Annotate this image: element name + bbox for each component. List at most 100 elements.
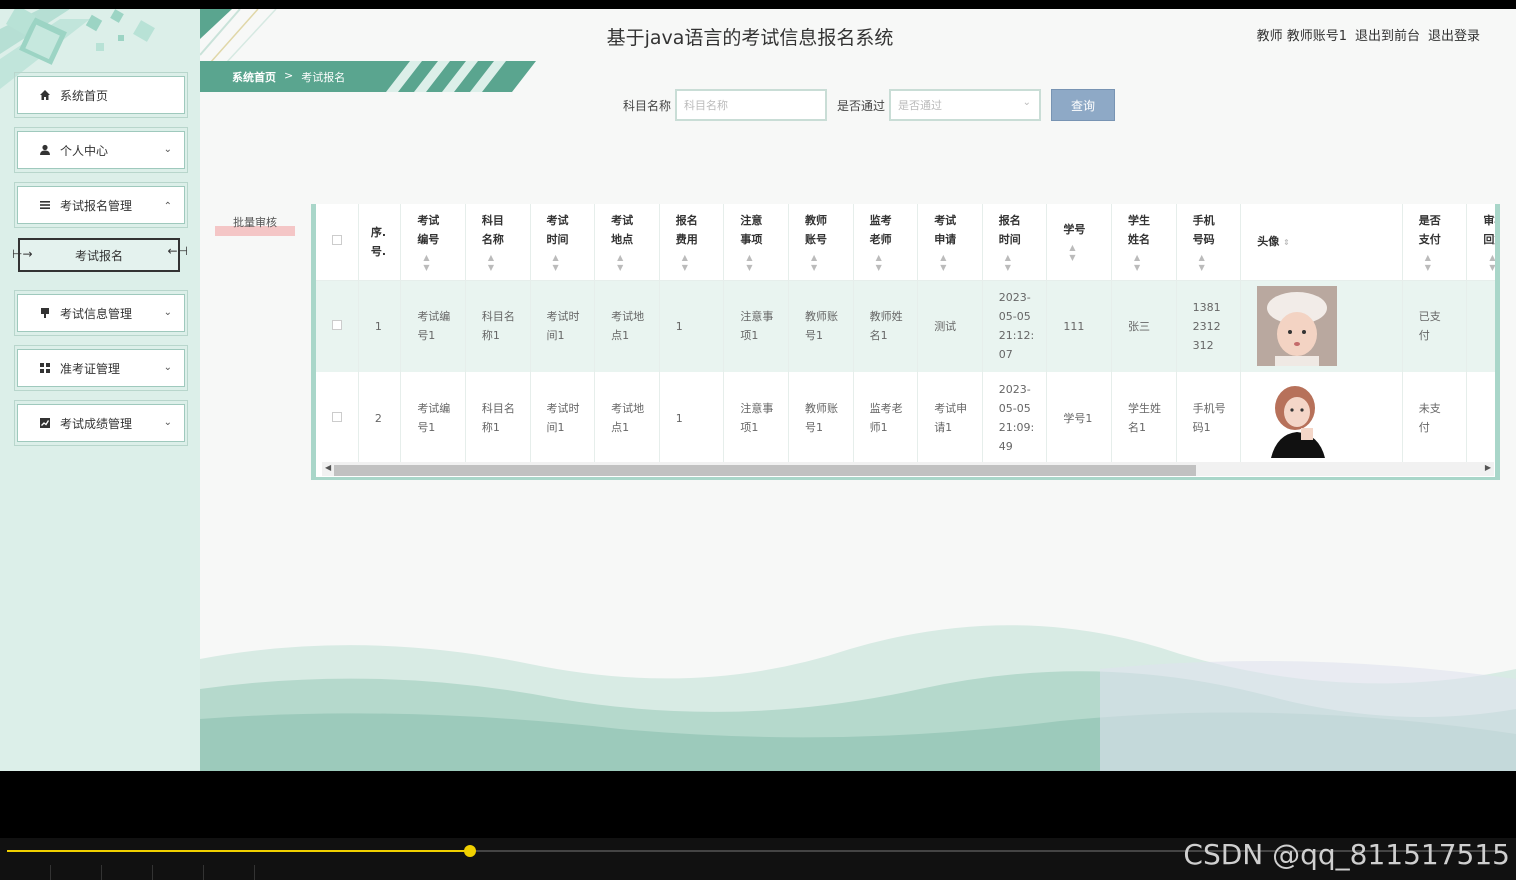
pass-status-select[interactable]: 是否通过 ⌄ <box>889 89 1042 121</box>
column-header[interactable]: 注意事项 ▲ ▼ <box>723 204 789 281</box>
sort-icon[interactable]: ▲ ▼ <box>1419 253 1467 273</box>
sidebar-item-personal-center[interactable]: 个人中心 ⌄ <box>14 127 188 173</box>
table-cell: 科目名称1 <box>465 372 531 464</box>
table-cell: 考试地点1 <box>594 372 660 464</box>
column-header[interactable]: 教师账号 ▲ ▼ <box>788 204 854 281</box>
sort-icon[interactable]: ▲ ▼ <box>1483 253 1495 273</box>
progress-knob[interactable] <box>464 845 477 857</box>
row-checkbox[interactable] <box>332 319 342 330</box>
table-cell: 1 <box>358 280 402 372</box>
arrow-right-icon: ⊢→ <box>12 247 33 261</box>
sort-icon[interactable]: ▲ ▼ <box>1128 253 1176 273</box>
search-bar: 科目名称 科目名称 是否通过 是否通过 ⌄ 查询 <box>623 89 1116 121</box>
scrollbar-thumb[interactable] <box>334 465 1196 476</box>
table-cell: 学生姓名1 <box>1111 372 1177 464</box>
select-all-checkbox[interactable] <box>332 235 342 246</box>
table-cell: 科目名称1 <box>465 280 531 372</box>
header: 基于java语言的考试信息报名系统 教师 教师账号1 退出到前台 退出登录 <box>200 9 1516 63</box>
table-row[interactable]: 1 考试编号1 科目名称1 考试时间1 考试地点1 1 注意事项1 教师账号1 … <box>316 280 1495 372</box>
table-cell <box>1466 372 1495 464</box>
column-header[interactable]: 科目名称 ▲ ▼ <box>465 204 531 281</box>
column-header[interactable]: 考试申请 ▲ ▼ <box>917 204 983 281</box>
column-header[interactable]: 学号 ▲ ▼ <box>1046 204 1113 281</box>
column-header[interactable]: 考试地点 ▲ ▼ <box>594 204 660 281</box>
row-select-cell <box>316 372 359 464</box>
sidebar-item-admission-ticket-management[interactable]: 准考证管理 ⌄ <box>14 345 188 391</box>
exit-to-front-link[interactable]: 退出到前台 <box>1355 25 1420 44</box>
sidebar-item-label: 考试信息管理 <box>60 306 133 321</box>
subject-name-input[interactable]: 科目名称 <box>675 89 828 121</box>
subject-name-label: 科目名称 <box>623 98 672 113</box>
list-icon <box>38 198 52 212</box>
sidebar-item-exam-registration-management[interactable]: 考试报名管理 ⌃ <box>14 182 188 228</box>
subject-name-placeholder: 科目名称 <box>684 99 729 112</box>
sort-icon[interactable]: ▲ ▼ <box>870 253 918 273</box>
column-header[interactable]: 监考老师 ▲ ▼ <box>853 204 919 281</box>
sort-icon[interactable]: ▲ ▼ <box>676 253 724 273</box>
sort-icon[interactable]: ▲ ▼ <box>611 253 659 273</box>
column-header[interactable]: 是否支付 ▲ ▼ <box>1402 204 1468 281</box>
breadcrumb-current: 考试报名 <box>301 71 346 84</box>
row-checkbox[interactable] <box>332 411 342 422</box>
column-header[interactable]: 考试编号 ▲ ▼ <box>400 204 466 281</box>
breadcrumb-home[interactable]: 系统首页 <box>232 69 276 85</box>
table-cell: 注意事项1 <box>723 372 789 464</box>
column-header[interactable]: 考试时间 ▲ ▼ <box>530 204 596 281</box>
column-header[interactable]: 报名时间 ▲ ▼ <box>982 204 1048 281</box>
column-header[interactable]: 手机号码 ▲ ▼ <box>1176 204 1242 281</box>
table-cell: 考试编号1 <box>400 280 466 372</box>
avatar-cell <box>1240 280 1403 372</box>
scroll-left-icon[interactable]: ◀ <box>325 463 331 472</box>
sort-icon[interactable]: ▲ ▼ <box>999 253 1047 273</box>
table-cell: 已支付 <box>1402 280 1468 372</box>
pass-status-placeholder: 是否通过 <box>898 99 943 112</box>
column-header[interactable]: 学生姓名 ▲ ▼ <box>1111 204 1177 281</box>
table-cell: 测试 <box>917 280 983 372</box>
table-cell: 1 <box>659 372 725 464</box>
table-row[interactable]: 2 考试编号1 科目名称1 考试时间1 考试地点1 1 注意事项1 教师账号1 … <box>316 372 1495 464</box>
horizontal-scrollbar[interactable]: ◀ ▶ <box>322 462 1494 476</box>
chevron-down-icon: ⌄ <box>163 307 172 318</box>
query-button[interactable]: 查询 <box>1051 89 1116 121</box>
page-title: 基于java语言的考试信息报名系统 <box>606 27 894 49</box>
column-header[interactable]: 头像 ⇕ <box>1240 204 1403 281</box>
table-cell: 13812312312 <box>1176 280 1242 372</box>
table-cell: 未支付 <box>1402 372 1468 464</box>
avatar-cell <box>1240 372 1403 464</box>
scroll-right-icon[interactable]: ▶ <box>1485 463 1491 472</box>
chart-icon <box>38 416 52 430</box>
sidebar-item-exam-score-management[interactable]: 考试成绩管理 ⌄ <box>14 400 188 446</box>
sidebar-item-exam-info-management[interactable]: 考试信息管理 ⌄ <box>14 290 188 336</box>
grid-icon <box>38 361 52 375</box>
column-header: 序.号. <box>358 204 402 281</box>
sidebar-item-home[interactable]: 系统首页 <box>14 72 188 118</box>
watermark: CSDN @qq_811517515 <box>1183 838 1510 871</box>
avatar[interactable] <box>1257 378 1338 458</box>
column-header[interactable]: 报名费用 ▲ ▼ <box>659 204 725 281</box>
avatar[interactable] <box>1257 286 1338 367</box>
sort-icon[interactable]: ▲ ▼ <box>1063 243 1111 263</box>
sort-icon[interactable]: ▲ ▼ <box>547 253 595 273</box>
arrow-left-icon: ←⊣ <box>167 244 188 258</box>
sort-icon[interactable]: ▲ ▼ <box>417 253 465 273</box>
sort-icon[interactable]: ⇕ <box>1283 238 1290 247</box>
sort-icon[interactable]: ▲ ▼ <box>934 253 982 273</box>
table-cell: 2023-05-05 21:12:07 <box>982 280 1048 372</box>
table-cell: 教师账号1 <box>788 280 854 372</box>
wave-decoration <box>200 625 1516 771</box>
batch-review-button[interactable]: 批量审核 <box>215 212 295 236</box>
sort-icon[interactable]: ▲ ▼ <box>482 253 530 273</box>
table-cell: 学号1 <box>1046 372 1113 464</box>
user-info: 教师 教师账号1 退出到前台 退出登录 <box>1257 25 1480 44</box>
sort-icon[interactable]: ▲ ▼ <box>740 253 788 273</box>
sidebar-subitem-exam-registration[interactable]: ⊢→ 考试报名 ←⊣ <box>12 238 188 272</box>
sort-icon[interactable]: ▲ ▼ <box>805 253 853 273</box>
logout-link[interactable]: 退出登录 <box>1428 25 1480 44</box>
table-cell: 张三 <box>1111 280 1177 372</box>
sort-icon[interactable]: ▲ ▼ <box>1193 253 1241 273</box>
sidebar: 系统首页 个人中心 ⌄ 考试报名管理 ⌃ ⊢→ 考试报名 ←⊣ 考试信息管理 ⌄… <box>0 9 200 771</box>
progress-fill <box>7 850 471 852</box>
column-header[interactable]: 审核回复▲▼ <box>1466 204 1495 281</box>
table-cell: 手机号码1 <box>1176 372 1242 464</box>
registration-table: 序.号. 考试编号 ▲ ▼ 科目名称 ▲ ▼ 考试时间 ▲ ▼ 考试地点 ▲ ▼ 报名费用 ▲ ▼ … <box>311 204 1500 480</box>
